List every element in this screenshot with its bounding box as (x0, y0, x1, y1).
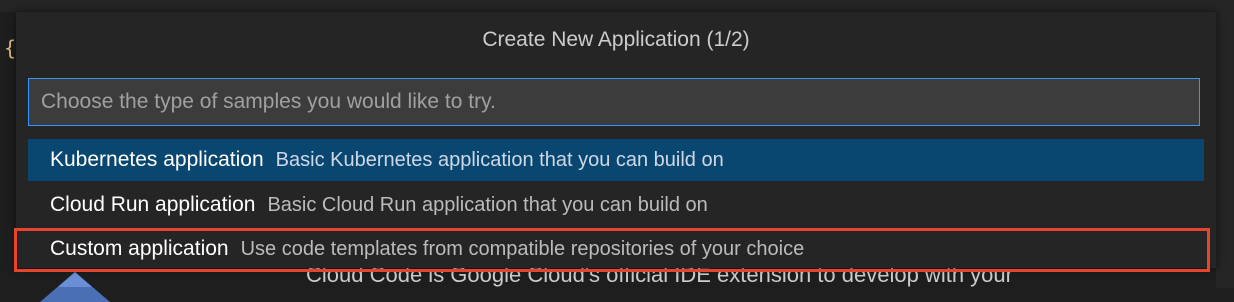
quick-pick-dialog: Create New Application (1/2) Kubernetes … (16, 12, 1216, 268)
item-label: Kubernetes application (50, 148, 264, 172)
editor-scrollbar[interactable] (1216, 12, 1234, 288)
list-item-custom-application[interactable]: Custom application Use code templates fr… (28, 228, 1204, 270)
item-description: Basic Kubernetes application that you ca… (276, 149, 724, 172)
item-description: Use code templates from compatible repos… (241, 238, 805, 261)
sample-type-input[interactable] (28, 78, 1200, 126)
item-label: Cloud Run application (50, 193, 255, 217)
item-label: Custom application (50, 237, 229, 261)
dialog-title: Create New Application (1/2) (16, 22, 1216, 58)
list-item-cloud-run-application[interactable]: Cloud Run application Basic Cloud Run ap… (28, 184, 1204, 226)
item-description: Basic Cloud Run application that you can… (267, 194, 707, 217)
editor-tab-bar (0, 0, 1234, 12)
list-item-kubernetes-application[interactable]: Kubernetes application Basic Kubernetes … (28, 139, 1204, 181)
editor-glyph: { (4, 36, 16, 60)
